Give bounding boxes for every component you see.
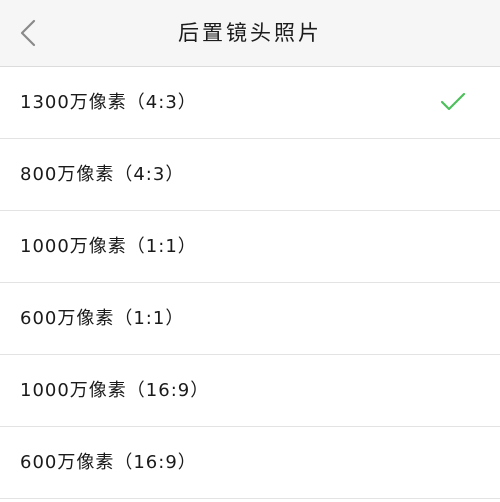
resolution-option-list: 1300万像素（4:3） 800万像素（4:3） 1000万像素（1:1） 60… bbox=[0, 67, 500, 499]
resolution-option-1000mp-1-1[interactable]: 1000万像素（1:1） bbox=[0, 211, 500, 283]
chevron-left-icon bbox=[20, 19, 36, 47]
option-label: 1000万像素（16:9） bbox=[20, 380, 210, 401]
check-icon bbox=[440, 92, 466, 111]
header-bar: 后置镜头照片 bbox=[0, 0, 500, 67]
page-title: 后置镜头照片 bbox=[178, 21, 322, 45]
option-label: 1300万像素（4:3） bbox=[20, 92, 197, 113]
back-button[interactable] bbox=[10, 13, 50, 53]
option-label: 800万像素（4:3） bbox=[20, 164, 185, 185]
resolution-option-1300mp-4-3[interactable]: 1300万像素（4:3） bbox=[0, 67, 500, 139]
rear-camera-photo-screen: 后置镜头照片 1300万像素（4:3） 800万像素（4:3） 1000万像素（… bbox=[0, 0, 500, 502]
resolution-option-1000mp-16-9[interactable]: 1000万像素（16:9） bbox=[0, 355, 500, 427]
option-label: 600万像素（16:9） bbox=[20, 452, 197, 473]
option-label: 1000万像素（1:1） bbox=[20, 236, 197, 257]
resolution-option-600mp-1-1[interactable]: 600万像素（1:1） bbox=[0, 283, 500, 355]
resolution-option-600mp-16-9[interactable]: 600万像素（16:9） bbox=[0, 427, 500, 499]
option-label: 600万像素（1:1） bbox=[20, 308, 185, 329]
resolution-option-800mp-4-3[interactable]: 800万像素（4:3） bbox=[0, 139, 500, 211]
